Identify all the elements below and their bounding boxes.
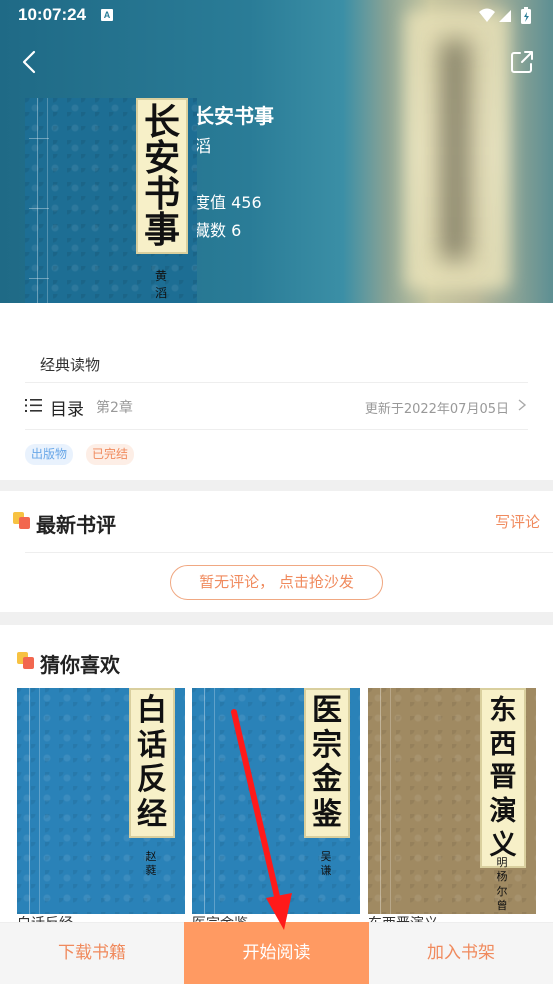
book-heat: 度值 456: [194, 193, 262, 212]
book-cover: 长 安 书 事 黄滔: [25, 98, 197, 328]
list-icon: [25, 399, 42, 412]
recommend-book-cover[interactable]: 医宗金鉴 吴谦: [192, 688, 360, 914]
status-time: 10:07:24: [18, 5, 87, 24]
signal-icon: [499, 10, 511, 22]
toc-label[interactable]: 目录: [50, 395, 84, 420]
back-arrow-icon[interactable]: [18, 48, 42, 76]
download-book-button[interactable]: 下载书籍: [0, 922, 184, 984]
chevron-right-icon[interactable]: [517, 398, 527, 412]
book-info-card: [0, 303, 553, 480]
wifi-icon: [479, 8, 495, 22]
section-icon: [17, 652, 35, 670]
system-status-icons: [479, 7, 531, 24]
start-reading-button[interactable]: 开始阅读: [184, 922, 369, 984]
write-review-button[interactable]: 写评论: [495, 511, 540, 532]
cover-title-label: 长 安 书 事: [136, 98, 188, 254]
book-category: 经典读物: [40, 356, 101, 374]
review-section-title: 最新书评: [36, 513, 116, 537]
empty-review-button[interactable]: 暂无评论， 点击抢沙发: [170, 565, 383, 600]
blurred-cover-shadow: [440, 40, 470, 260]
section-icon: [13, 512, 31, 530]
tag-published: 出版物: [25, 444, 74, 465]
divider: [25, 429, 528, 430]
divider: [25, 382, 528, 383]
recommend-book-cover[interactable]: 东西晋演义 明 杨尔曾: [368, 688, 536, 914]
book-title: 长安书事: [194, 104, 274, 128]
status-bar: 10:07:24 A: [0, 0, 553, 30]
add-to-shelf-button[interactable]: 加入书架: [369, 922, 553, 984]
toc-chapter[interactable]: 第2章: [96, 397, 133, 417]
toc-updated[interactable]: 更新于2022年07月05日: [365, 398, 509, 417]
share-icon[interactable]: [509, 49, 535, 75]
notification-a-icon: A: [101, 9, 113, 21]
recommend-section-title: 猜你喜欢: [40, 653, 120, 677]
book-favorites: 藏数 6: [194, 221, 242, 240]
divider: [25, 552, 553, 553]
tag-completed: 已完结: [86, 444, 135, 465]
recommend-book-cover[interactable]: 白话反经 赵蕤: [17, 688, 185, 914]
cover-author: 黄滔: [154, 269, 167, 300]
